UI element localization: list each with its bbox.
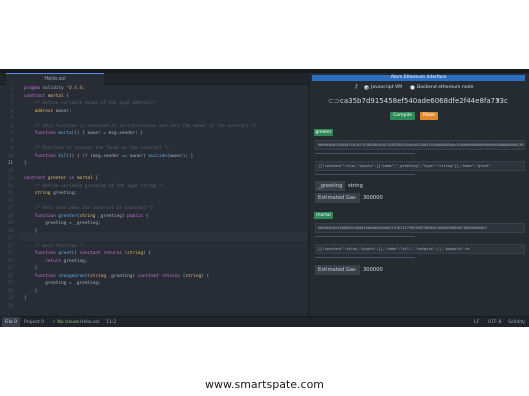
site-url: www.smartspate.com [204,378,325,391]
status-cursor[interactable]: 11:2 [106,317,116,327]
code-line: greeting = _greeting; [24,221,101,226]
line-number: 22 [7,243,13,249]
status-encoding[interactable]: UTF-8 [488,317,501,327]
line-number: 19 [7,221,13,226]
code-line: function greet() constant returns (strin… [34,251,151,256]
line-number: 29 [7,296,13,301]
greeting-param-input[interactable]: string [348,181,363,191]
line-number: 24 [7,258,13,264]
line-number: 15 [7,191,13,196]
radio-backend-node[interactable] [410,85,415,90]
greeter-abi[interactable]: [{"constant":true,"inputs":[{"name":"_gr… [315,161,525,171]
make-button[interactable]: Make [420,112,438,120]
radio-javascript-vm-label: Javascript VM [371,85,403,90]
code-line: /* this runs when the contract is execut… [24,206,154,211]
atom-editor-window: Hello.sol 1 2 3 4 5 6 7 8 9 10 11 12 13 … [0,69,529,327]
code-line: function kill() { if (msg.sender == owne… [34,153,194,159]
line-number: 28 [7,288,13,294]
code-line: contract mortal { [24,93,69,99]
code-line: function changeGreet(string _greeting) c… [34,273,210,279]
code-line: address owner; [34,108,72,114]
code-editor[interactable]: 1 2 3 4 5 6 7 8 9 10 11 12 13 14 15 16 1… [0,85,308,316]
tab-bar: Hello.sol [0,73,308,85]
status-issues[interactable]: ✓ No Issues [52,317,79,327]
mortal-bytecode[interactable]: 606060405260008054600160a060020a03191633… [315,223,525,233]
code-line: greeting = _greeting; [24,281,101,286]
line-number: 16 [7,198,13,204]
account-select[interactable]: ca35b7d915458ef540ade6068dfe2f44e8fa733c [340,97,508,105]
status-project[interactable]: Project 0 [24,317,44,327]
line-number: 21 [7,236,13,241]
contract-badge-greeter: greeter [314,129,333,136]
greeter-bytecode[interactable]: 6060604052604051610270380380610270833981… [315,140,525,150]
code-line: function mortal() { owner = msg.sender; … [34,131,144,136]
line-number: 30 [7,303,13,309]
line-number: 12 [7,168,13,174]
line-number: 9 [10,146,13,151]
line-number: 23 [7,251,13,256]
line-number: 3 [10,101,13,106]
status-eol[interactable]: LF [474,317,479,327]
key-icon: ⚷ [354,83,359,90]
radio-backend-node-label: Backend ethereum node [417,85,474,90]
line-number: 4 [10,108,13,114]
line-number: 13 [7,176,13,181]
divider [315,257,415,258]
line-number: 6 [10,123,13,129]
code-line: return greeting; [45,258,88,264]
code-line: } [24,228,38,234]
code-line: } [24,161,27,166]
line-number: 5 [10,116,13,121]
code-line: } [24,288,38,294]
code-line: /* Define variable owner of the type add… [24,101,157,106]
mortal-gas-label: Estimated Gas [315,265,360,275]
line-number: 20 [7,228,13,234]
code-line: contract greeter is mortal { [24,176,99,181]
code-line: /* main function */ [24,243,85,249]
status-filename[interactable]: Hello.sol [80,317,100,327]
link-icon: ⊂⊃ [328,97,340,105]
divider [315,174,415,175]
line-number: 17 [7,206,13,211]
greeting-param-label: _greeting [315,181,345,191]
current-line-highlight [0,233,308,241]
code-line: } [24,296,27,301]
line-number: 25 [7,266,13,271]
compile-button[interactable]: Compile [390,112,415,120]
panel-title: Atom Ethereum Interface [312,75,525,81]
greeter-gas-label: Estimated Gas [315,193,360,203]
line-number: 2 [10,93,13,99]
line-number: 8 [10,138,13,144]
line-number: 27 [7,281,13,286]
mortal-abi[interactable]: [{"constant":false,"inputs":[],"name":"k… [315,244,525,254]
contract-badge-mortal: mortal [314,212,333,219]
code-line: /* this function is executed at initiali… [24,123,257,129]
code-line: function greeter(string _greeting) publi… [34,213,149,219]
line-number: 1 [10,86,13,91]
line-number: 18 [7,213,13,219]
status-bar: File 0 Project 0 ✓ No Issues Hello.sol 1… [0,316,529,327]
status-file[interactable]: File 0 [2,317,21,327]
divider [315,153,415,154]
code-line: } [24,266,38,271]
line-number: 14 [7,183,13,189]
line-gutter: 1 2 3 4 5 6 7 8 9 10 11 12 13 14 15 16 1… [0,85,20,316]
tab-hello-sol[interactable]: Hello.sol [6,73,104,85]
divider [315,236,415,237]
code-line: string greeting; [34,191,77,196]
line-number: 26 [7,273,13,279]
line-number: 10 [7,153,13,159]
ethereum-interface-panel: Atom Ethereum Interface ⚷ Javascript VM … [310,73,529,316]
radio-javascript-vm[interactable] [364,85,369,90]
mortal-gas-input[interactable]: 300000 [363,265,383,275]
code-line: /* Function to recover the funds on the … [24,146,170,151]
code-line: pragma solidity ^0.4.0; [24,86,85,91]
status-grammar[interactable]: Solidity [508,317,525,327]
line-number: 7 [10,131,13,136]
code-line: /* define variable greeting of the type … [24,183,165,189]
chevron-down-icon[interactable]: ▼ [496,98,500,104]
line-number: 11 [7,161,13,166]
greeter-gas-input[interactable]: 300000 [363,193,383,203]
